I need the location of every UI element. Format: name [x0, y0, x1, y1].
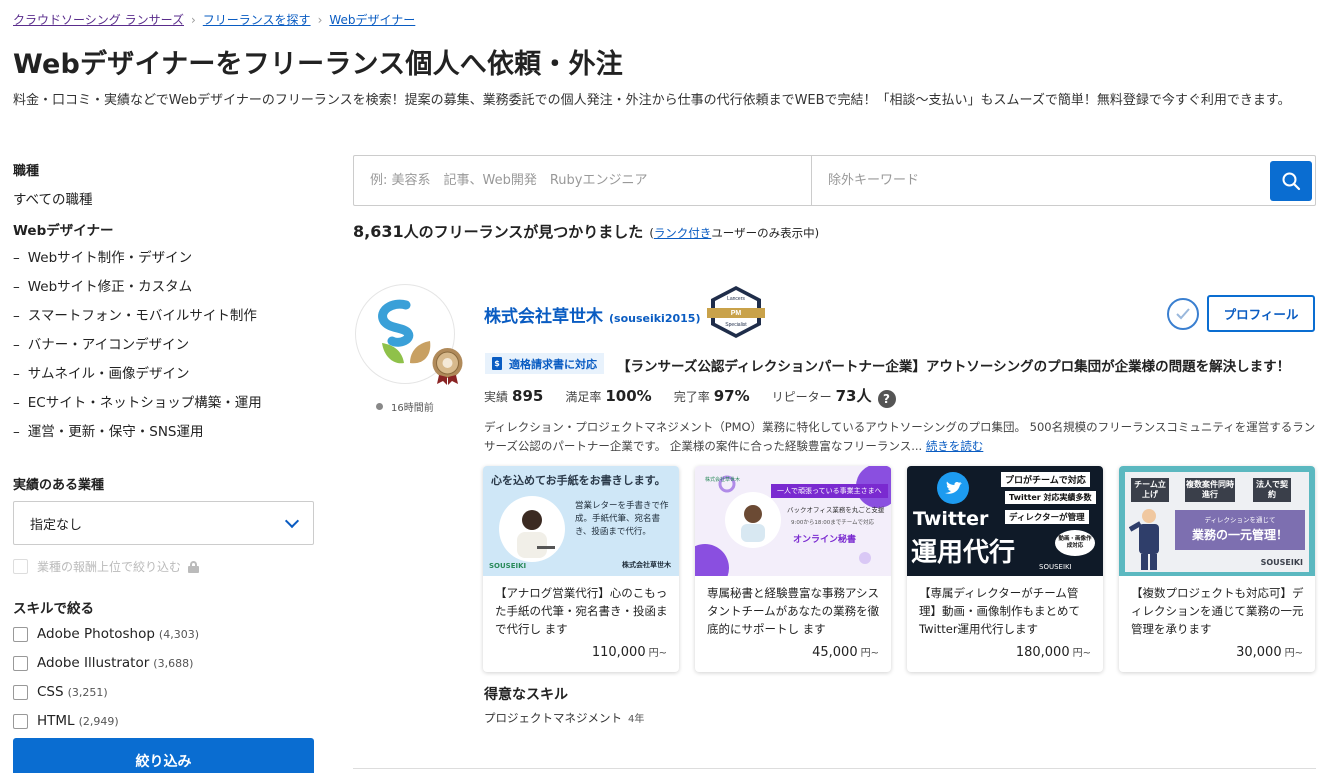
portfolio-card[interactable]: 心を込めてお手紙をお書きします。 営業レターを手書きで作成。手紙代筆、宛名書き、… [483, 466, 679, 672]
search-icon [1282, 172, 1301, 191]
portfolio-list: 心を込めてお手紙をお書きします。 営業レターを手書きで作成。手紙代筆、宛名書き、… [483, 466, 1315, 672]
sidebar-sub-item[interactable]: – Webサイト修正・カスタム [13, 275, 192, 295]
chevron-down-icon [284, 513, 300, 528]
person-writing-image [499, 496, 565, 562]
skills-heading: スキルで絞る [13, 601, 94, 617]
stat-works: 895 [512, 387, 544, 405]
portfolio-card[interactable]: プロがチームで対応 Twitter 対応実績多数 ディレクターが管理 Twitt… [907, 466, 1103, 672]
status-dot-icon [376, 403, 383, 410]
breadcrumb-link-find-freelancer[interactable]: フリーランスを探す [203, 11, 311, 28]
skill-filter-photoshop[interactable]: Adobe Photoshop (4,303) [13, 626, 199, 642]
portfolio-title: 専属秘書と経験豊富な事務アシスタントチームがあなたの業務を徹底的にサポートし ま… [707, 586, 880, 636]
page-description: 料金・口コミ・実績などでWebデザイナーのフリーランスを検索！提案の募集、業務委… [13, 93, 1291, 108]
checkbox[interactable] [13, 713, 28, 729]
rank-medal-icon [432, 348, 463, 385]
help-icon[interactable]: ? [877, 390, 896, 408]
job-heading: 職種 [13, 164, 40, 179]
portfolio-title: 【専属ディレクターがチーム管理】動画・画像制作もまとめて Twitter運用代行… [919, 586, 1080, 636]
breadcrumb-link-home[interactable]: クラウドソーシング ランサーズ [13, 11, 184, 28]
read-more-link[interactable]: 続きを読む [926, 439, 984, 453]
last-online: 16時間前 [376, 399, 434, 414]
strength-skills-heading: 得意なスキル [484, 687, 568, 703]
portfolio-price: 110,000 円~ [591, 645, 667, 660]
profile-intro: ディレクション・プロジェクトマネジメント（PMO）業務に特化しているアウトソーシ… [484, 420, 1316, 453]
skill-filter-illustrator[interactable]: Adobe Illustrator (3,688) [13, 655, 193, 671]
reward-filter-label: 業種の報酬上位で絞り込む [37, 560, 182, 574]
result-count: 8,631 人のフリーランスが見つかりました (ランク付きユーザーのみ表示中) [353, 221, 819, 242]
sidebar-sub-item[interactable]: – サムネイル・画像デザイン [13, 362, 189, 382]
skill-filter-css[interactable]: CSS (3,251) [13, 684, 108, 700]
sidebar-all-jobs[interactable]: すべての職種 [13, 188, 93, 208]
check-icon [1176, 308, 1190, 320]
industry-select[interactable]: 指定なし [13, 501, 314, 545]
sidebar-sub-item[interactable]: – バナー・アイコンデザイン [13, 333, 189, 353]
industry-heading: 実績のある業種 [13, 478, 105, 493]
sidebar-sub-item[interactable]: – 運営・更新・保守・SNS運用 [13, 420, 204, 440]
card-divider [353, 768, 1316, 769]
user-id: (souseiki2015) [609, 312, 701, 325]
catchcopy[interactable]: 【ランサーズ公認ディレクションパートナー企業】アウトソーシングのプロ集団が企業様… [617, 355, 1290, 375]
company-header: 株式会社草世木 (souseiki2015) [484, 302, 700, 327]
checkbox[interactable] [13, 684, 28, 700]
portfolio-price: 30,000 円~ [1236, 645, 1303, 660]
portfolio-card[interactable]: チーム立上げ 複数案件同時進行 法人で契約 ディレクションを通じて 業務の一元管… [1119, 466, 1315, 672]
stats-row: 実績 895 満足率 100% 完了率 97% リピーター 73人 ? [484, 385, 896, 408]
sidebar-sub-item[interactable]: – スマートフォン・モバイルサイト制作 [13, 304, 257, 324]
portfolio-thumbnail: 心を込めてお手紙をお書きします。 営業レターを手書きで作成。手紙代筆、宛名書き、… [483, 466, 679, 576]
company-name-link[interactable]: 株式会社草世木 [484, 302, 603, 327]
strength-skill: プロジェクトマネジメント 4年 [484, 711, 645, 725]
sidebar-category-web-designer[interactable]: Webデザイナー [13, 219, 113, 239]
portfolio-card[interactable]: 一人で頑張っている事業主さまへ バックオフィス業務を丸ごと支援 9:00から18… [695, 466, 891, 672]
badge-bottom-text: Specialist [725, 322, 747, 328]
reward-filter-row: 業種の報酬上位で絞り込む [13, 558, 200, 575]
checkbox[interactable] [13, 626, 28, 642]
breadcrumb-link-web-designer[interactable]: Webデザイナー [329, 11, 415, 28]
portfolio-price: 45,000 円~ [812, 645, 879, 660]
skill-filter-html[interactable]: HTML (2,949) [13, 713, 119, 729]
portfolio-title: 【複数プロジェクトも対応可】ディレクションを通じて業務の一元管理を承ります [1131, 586, 1304, 636]
reward-filter-checkbox [13, 559, 28, 574]
result-count-suffix: 人のフリーランスが見つかりました [403, 223, 644, 241]
badge-mid-text: PM [731, 310, 742, 317]
rank-link[interactable]: ランク付き [654, 226, 712, 240]
profile-button[interactable]: プロフィール [1207, 295, 1315, 332]
search-bar [353, 155, 1316, 206]
rank-filter-note: (ランク付きユーザーのみ表示中) [649, 226, 820, 240]
twitter-bird-icon [937, 472, 969, 504]
portfolio-thumbnail: プロがチームで対応 Twitter 対応実績多数 ディレクターが管理 Twitt… [907, 466, 1103, 576]
industry-select-value: 指定なし [30, 517, 83, 533]
chevron-right-icon: › [190, 12, 196, 27]
portfolio-title: 【アナログ営業代行】心のこもった手紙の代筆・宛名書き・投函まで代行し ます [495, 586, 668, 636]
sidebar-sub-item[interactable]: – ECサイト・ネットショップ構築・運用 [13, 391, 262, 411]
portfolio-thumbnail: 一人で頑張っている事業主さまへ バックオフィス業務を丸ごと支援 9:00から18… [695, 466, 891, 576]
badge-top-text: Lancers [727, 296, 745, 302]
invoice-tag: $ 適格請求書に対応 [485, 353, 604, 374]
page-title: Webデザイナーをフリーランス個人へ依頼・外注 [13, 49, 623, 80]
search-button[interactable] [1270, 161, 1312, 201]
sidebar-sub-item[interactable]: – Webサイト制作・デザイン [13, 246, 192, 266]
chevron-right-icon: › [317, 12, 323, 27]
stat-completion: 97% [713, 387, 750, 405]
breadcrumb: クラウドソーシング ランサーズ › フリーランスを探す › Webデザイナー [13, 11, 415, 28]
keyword-search-input[interactable] [354, 156, 812, 205]
portfolio-thumbnail: チーム立上げ 複数案件同時進行 法人で契約 ディレクションを通じて 業務の一元管… [1119, 466, 1315, 576]
checkbox[interactable] [13, 655, 28, 671]
businessman-image [1129, 509, 1159, 570]
result-count-number: 8,631 [353, 222, 404, 241]
pm-specialist-badge: Lancers PM Specialist [707, 286, 765, 338]
lock-icon [188, 560, 200, 573]
filter-button[interactable]: 絞り込み [13, 738, 314, 773]
stat-satisfaction: 100% [605, 387, 652, 405]
follow-button[interactable] [1167, 298, 1199, 330]
exclude-keyword-input[interactable] [812, 156, 1315, 205]
invoice-icon: $ [492, 357, 502, 370]
stat-repeaters: 73人 [835, 387, 872, 405]
portfolio-price: 180,000 円~ [1015, 645, 1091, 660]
